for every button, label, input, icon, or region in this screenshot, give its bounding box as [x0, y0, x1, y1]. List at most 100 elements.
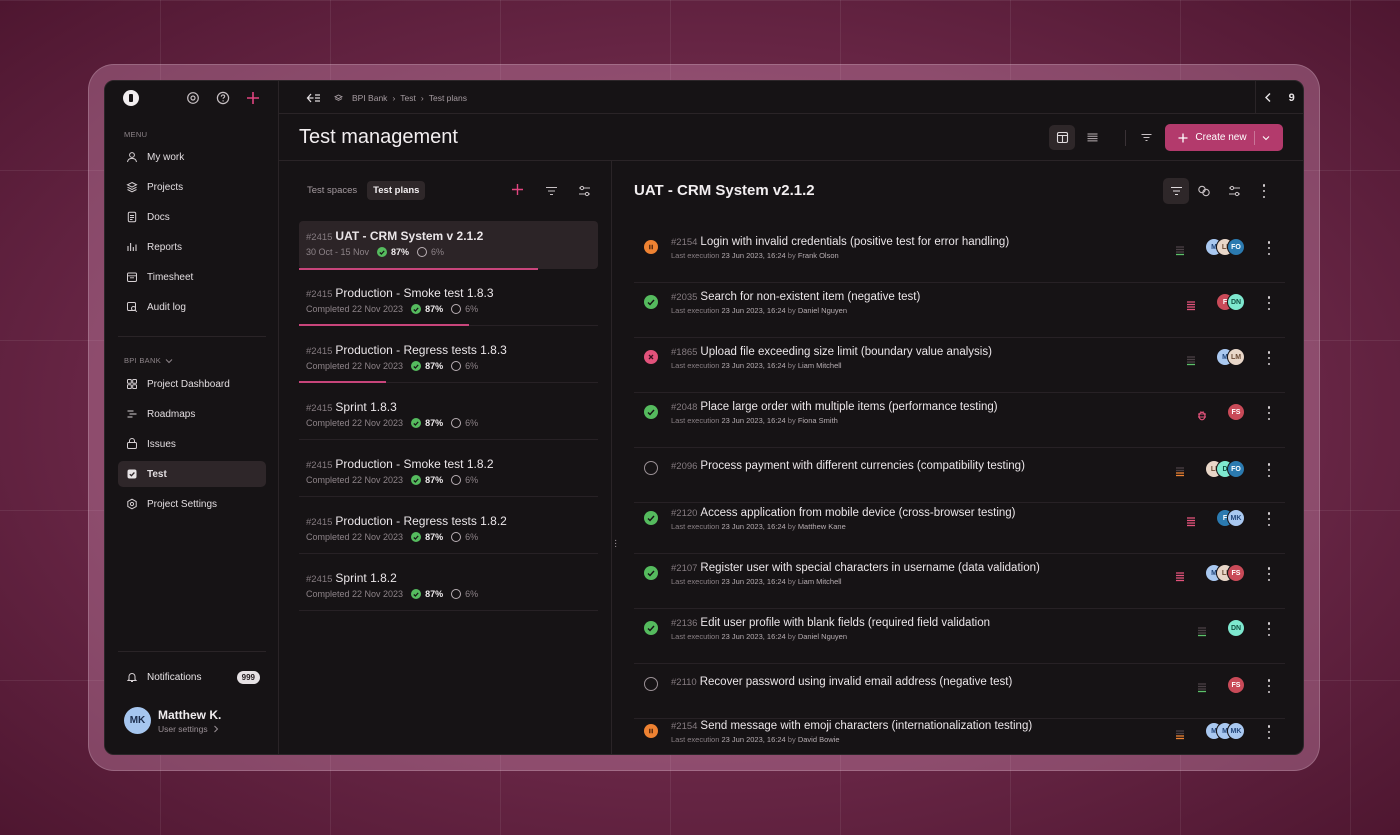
not-run-status-icon[interactable]: [644, 677, 658, 691]
create-new-button[interactable]: Create new: [1165, 124, 1283, 151]
sidebar-item-audit-log[interactable]: Audit log: [118, 294, 266, 320]
executed-by: Frank Olson: [797, 251, 839, 260]
paused-status-icon[interactable]: [644, 724, 658, 738]
filter-button[interactable]: [1133, 125, 1159, 150]
sidebar-item-timesheet[interactable]: Timesheet: [118, 264, 266, 290]
passed-status-icon[interactable]: [644, 511, 658, 525]
collapse-sidebar-icon[interactable]: [306, 91, 321, 109]
more-options-icon[interactable]: [1267, 679, 1271, 693]
failed-status-icon[interactable]: [644, 350, 658, 364]
help-icon[interactable]: [214, 89, 232, 107]
plan-progress-bar: [299, 324, 470, 326]
add-icon[interactable]: [244, 89, 262, 107]
more-options-icon[interactable]: [1267, 567, 1271, 581]
test-case-row[interactable]: #2048 Place large order with multiple ite…: [634, 393, 1285, 448]
filter-icon[interactable]: [545, 184, 558, 202]
test-case-row[interactable]: #1865 Upload file exceeding size limit (b…: [634, 338, 1285, 393]
breadcrumb-separator-icon: ›: [392, 93, 396, 103]
more-options-icon[interactable]: [1267, 351, 1271, 365]
sidebar-item-test[interactable]: Test: [118, 461, 266, 487]
sidebar-item-projects[interactable]: Projects: [118, 174, 266, 200]
assignee-avatar[interactable]: FO: [1227, 460, 1245, 478]
assignee-avatar[interactable]: MK: [1227, 722, 1245, 740]
assignee-avatar[interactable]: MK: [1227, 509, 1245, 527]
passed-status-icon[interactable]: [644, 566, 658, 580]
more-options-icon[interactable]: [1267, 296, 1271, 310]
more-options-icon[interactable]: [1267, 406, 1271, 420]
test-case-row[interactable]: #2096 Process payment with different curr…: [634, 448, 1285, 503]
assignee-avatar[interactable]: DN: [1227, 293, 1245, 311]
assignee-avatar[interactable]: DN: [1227, 619, 1245, 637]
list-view-button[interactable]: [1079, 125, 1105, 150]
app-logo[interactable]: [123, 90, 139, 106]
assignee-avatar[interactable]: FO: [1227, 238, 1245, 256]
assignee-avatar[interactable]: FS: [1227, 676, 1245, 694]
sidebar: MENU My work Projects Docs Reports Times…: [105, 81, 279, 754]
add-plan-icon[interactable]: [511, 183, 524, 201]
test-case-row[interactable]: #2136 Edit user profile with blank fields…: [634, 609, 1285, 664]
plan-item[interactable]: #2415 Production - Regress tests 1.8.3 Com…: [299, 335, 598, 383]
paused-status-icon[interactable]: [644, 240, 658, 254]
settings-icon[interactable]: [184, 89, 202, 107]
breadcrumb-item[interactable]: Test plans: [429, 93, 467, 103]
board-view-button[interactable]: [1049, 125, 1075, 150]
user-menu[interactable]: MK Matthew K. User settings: [124, 707, 221, 734]
breadcrumb-item[interactable]: BPI Bank: [352, 93, 387, 103]
passed-status-icon[interactable]: [644, 621, 658, 635]
notifications-item[interactable]: Notifications 999: [118, 667, 266, 687]
chevron-down-icon[interactable]: [1262, 135, 1270, 141]
chevron-left-icon[interactable]: [1264, 92, 1272, 103]
more-options-icon[interactable]: [1267, 622, 1271, 636]
plan-item[interactable]: #2415 Production - Smoke test 1.8.3 Comple…: [299, 278, 598, 326]
test-case-row[interactable]: #2110 Recover password using invalid emai…: [634, 664, 1285, 719]
tab-test-spaces[interactable]: Test spaces: [301, 181, 363, 200]
sidebar-item-roadmaps[interactable]: Roadmaps: [118, 401, 266, 427]
assignee-avatar[interactable]: LM: [1227, 348, 1245, 366]
user-settings-link[interactable]: User settings: [158, 724, 221, 734]
passed-status-icon[interactable]: [644, 405, 658, 419]
more-options-icon[interactable]: [1267, 725, 1271, 739]
sidebar-item-docs[interactable]: Docs: [118, 204, 266, 230]
plan-item[interactable]: #2415 Production - Regress tests 1.8.2 Com…: [299, 506, 598, 554]
plan-item[interactable]: #2415 Sprint 1.8.3 Completed 22 Nov 2023 87…: [299, 392, 598, 440]
sidebar-item-my-work[interactable]: My work: [118, 144, 266, 170]
tab-test-plans[interactable]: Test plans: [367, 181, 426, 200]
breadcrumb-item[interactable]: Test: [400, 93, 416, 103]
test-case-row[interactable]: #2154 Send message with emoji characters …: [634, 712, 1285, 754]
sidebar-item-project-settings[interactable]: Project Settings: [118, 491, 266, 517]
project-switcher[interactable]: BPI BANK: [124, 356, 173, 365]
more-options-icon[interactable]: [1267, 241, 1271, 255]
pending-percentage: 6%: [431, 247, 445, 257]
sidebar-item-issues[interactable]: Issues: [118, 431, 266, 457]
test-case-row[interactable]: #2035 Search for non-existent item (negat…: [634, 283, 1285, 338]
assignee-group: DN F: [1216, 293, 1245, 311]
more-options-icon[interactable]: [1251, 178, 1277, 204]
sidebar-item-project-dashboard[interactable]: Project Dashboard: [118, 371, 266, 397]
assignee-avatar[interactable]: FS: [1227, 403, 1245, 421]
filter-icon: [1141, 133, 1151, 142]
plan-item[interactable]: #2415 Production - Smoke test 1.8.2 Comple…: [299, 449, 598, 497]
assignee-avatar[interactable]: FS: [1227, 564, 1245, 582]
link-button[interactable]: [1191, 178, 1217, 204]
create-new-label: Create new: [1195, 132, 1247, 143]
more-options-icon[interactable]: [1267, 512, 1271, 526]
test-icon: [126, 468, 138, 480]
settings-button[interactable]: [1221, 178, 1247, 204]
settings-sliders-icon[interactable]: [578, 184, 591, 202]
test-case-row[interactable]: #2154 Login with invalid credentials (pos…: [634, 228, 1285, 283]
test-case-name: Place large order with multiple items (p…: [700, 401, 998, 413]
plan-item[interactable]: #2415 Sprint 1.8.2 Completed 22 Nov 2023 87…: [299, 563, 598, 611]
pending-icon: [451, 475, 462, 485]
execution-date: 23 Jun 2023, 16:24: [721, 416, 786, 425]
plan-item[interactable]: #2415 UAT - CRM System v 2.1.2 30 Oct - 15…: [299, 221, 598, 270]
passed-status-icon[interactable]: [644, 295, 658, 309]
not-run-status-icon[interactable]: [644, 461, 658, 475]
sidebar-item-reports[interactable]: Reports: [118, 234, 266, 260]
bell-icon: [126, 671, 138, 683]
test-case-row[interactable]: #2107 Register user with special characte…: [634, 554, 1285, 609]
resize-handle[interactable]: · · ·: [614, 536, 618, 552]
filter-button[interactable]: [1163, 178, 1189, 204]
more-options-icon[interactable]: [1267, 463, 1271, 477]
test-case-row[interactable]: #2120 Access application from mobile devi…: [634, 499, 1285, 554]
avatar: MK: [124, 707, 151, 734]
